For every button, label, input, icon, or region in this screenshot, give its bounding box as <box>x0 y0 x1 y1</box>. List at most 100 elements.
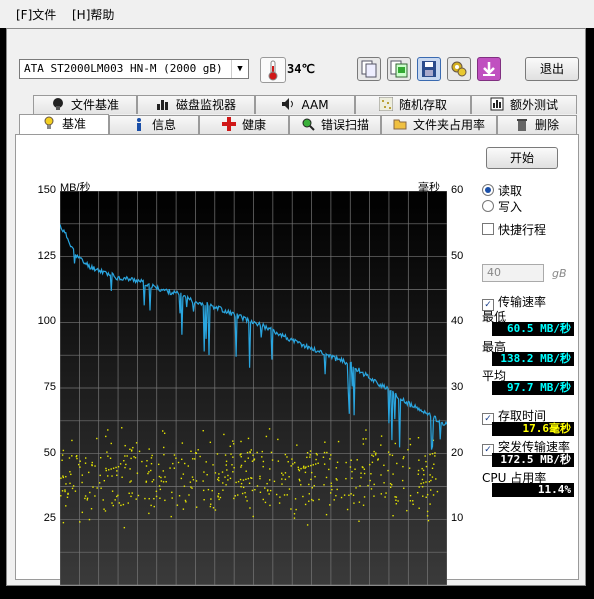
quick-stroke-checkbox[interactable]: 快捷行程 <box>482 221 546 238</box>
access-time-point <box>123 459 125 462</box>
access-time-point <box>112 504 114 507</box>
access-time-point <box>107 475 109 477</box>
access-time-point <box>177 461 180 464</box>
tab-disk-monitor[interactable]: 磁盘监视器 <box>137 95 255 114</box>
access-time-point <box>417 473 419 475</box>
access-time-point <box>421 467 423 470</box>
download-button[interactable] <box>477 57 501 81</box>
access-time-point <box>151 454 153 457</box>
menu-file[interactable]: [F]文件 <box>16 6 56 23</box>
exit-button[interactable]: 退出 <box>525 57 579 81</box>
tab-erase[interactable]: 删除 <box>497 115 577 134</box>
access-time-point <box>429 474 431 476</box>
access-time-point <box>401 479 404 482</box>
access-time-point <box>302 495 304 498</box>
main-window: ATA ST2000LM003 HN-M (2000 gB) ▼ 34℃ 退出 … <box>6 28 586 599</box>
access-time-point <box>173 467 176 469</box>
y-tick-left: 50 <box>43 446 56 459</box>
access-time-point <box>202 480 204 482</box>
access-time-point <box>262 498 264 501</box>
access-time-point <box>136 472 139 474</box>
options-button[interactable] <box>447 57 471 81</box>
access-time-point <box>130 480 132 482</box>
access-time-point <box>269 479 271 481</box>
chevron-down-icon[interactable]: ▼ <box>231 60 248 78</box>
copy-screen-icon <box>390 60 408 78</box>
tab-random-access[interactable]: 随机存取 <box>355 95 471 114</box>
access-time-point <box>426 510 429 513</box>
access-time-point <box>187 465 189 467</box>
access-time-point <box>85 457 87 459</box>
access-time-point <box>89 491 91 494</box>
access-time-point <box>293 513 296 515</box>
access-time-point <box>123 526 126 529</box>
menu-help[interactable]: [H]帮助 <box>72 6 114 23</box>
drive-select[interactable]: ATA ST2000LM003 HN-M (2000 gB) ▼ <box>19 59 249 79</box>
access-time-point <box>360 476 362 479</box>
access-time-point <box>430 479 432 482</box>
tab-extra-tests[interactable]: 额外测试 <box>471 95 577 114</box>
chart-icon <box>156 97 170 111</box>
tab-info[interactable]: 信息 <box>109 115 199 134</box>
tab-file-benchmark[interactable]: 文件基准 <box>33 95 137 114</box>
access-time-point <box>62 449 65 452</box>
access-time-point <box>282 474 284 476</box>
access-time-point <box>429 453 431 456</box>
access-time-point <box>192 479 195 481</box>
copy-screen-button[interactable] <box>387 57 411 81</box>
access-time-point <box>209 505 212 508</box>
access-time-point <box>362 504 365 506</box>
access-time-point <box>246 451 249 454</box>
y-tick-right: 30 <box>451 381 464 393</box>
y-tick-right: 50 <box>451 249 464 262</box>
access-time-point <box>387 451 390 453</box>
access-time-point <box>308 493 310 495</box>
access-time-point <box>365 438 367 440</box>
access-time-point <box>240 453 242 455</box>
access-time-point <box>84 497 86 500</box>
save-button[interactable] <box>417 57 441 81</box>
start-button[interactable]: 开始 <box>486 147 558 169</box>
access-time-point <box>99 457 102 459</box>
access-time-point <box>111 490 114 492</box>
tab-health[interactable]: 健康 <box>199 115 289 134</box>
access-time-point <box>182 473 185 475</box>
access-time-point <box>323 484 325 486</box>
read-radio[interactable]: 读取 <box>482 182 522 199</box>
access-time-point <box>288 488 291 490</box>
access-time-point <box>277 460 280 462</box>
access-time-point <box>132 446 134 449</box>
access-time-point <box>264 501 267 504</box>
access-time-point <box>318 498 320 501</box>
access-time-point <box>81 481 83 484</box>
tab-error-scan[interactable]: 错误扫描 <box>289 115 381 134</box>
access-time-point <box>121 427 123 429</box>
copy-button[interactable] <box>357 57 381 81</box>
access-time-point <box>288 476 290 478</box>
access-time-point <box>60 477 62 479</box>
access-time-point <box>96 437 98 440</box>
access-time-point <box>190 450 192 453</box>
access-time-point <box>118 502 121 504</box>
access-time-point <box>300 484 302 486</box>
write-radio[interactable]: 写入 <box>482 198 522 215</box>
access-time-point <box>216 478 219 481</box>
access-time-point <box>124 455 126 457</box>
access-time-point <box>310 478 312 481</box>
folder-icon <box>393 117 407 131</box>
tab-label: 随机存取 <box>398 98 447 112</box>
access-time-point <box>239 478 242 481</box>
quick-stroke-spinner[interactable]: 40 <box>482 264 544 282</box>
drive-select-value: ATA ST2000LM003 HN-M (2000 gB) <box>24 62 223 75</box>
access-time-point <box>171 491 173 494</box>
access-time-point <box>434 452 436 454</box>
access-time-point <box>418 486 420 488</box>
access-time-point <box>124 466 126 469</box>
tab-aam[interactable]: AAM <box>255 95 355 114</box>
tab-benchmark[interactable]: 基准 <box>19 114 109 135</box>
access-time-point <box>297 466 299 469</box>
access-time-point <box>251 489 254 492</box>
tab-label: 删除 <box>534 118 559 132</box>
tab-folder-usage[interactable]: 文件夹占用率 <box>381 115 497 134</box>
access-time-point <box>145 480 148 483</box>
